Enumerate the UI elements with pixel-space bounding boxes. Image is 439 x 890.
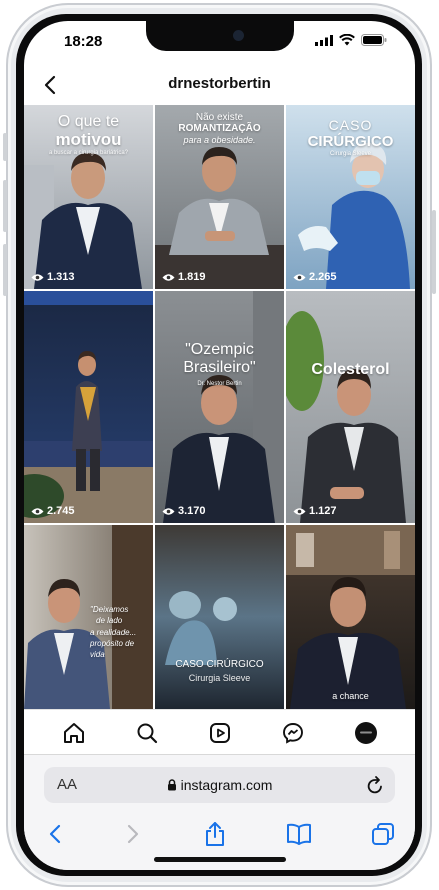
search-icon — [137, 723, 158, 744]
status-time: 18:28 — [64, 33, 103, 50]
reel-title-line1: O que te — [57, 113, 120, 130]
home-icon — [64, 723, 84, 743]
view-count: 1.127 — [293, 505, 337, 517]
reel-title-line2: Brasileiro" — [183, 359, 256, 376]
tabs-icon — [372, 823, 394, 845]
reel-thumbnail — [286, 525, 415, 709]
eye-icon — [162, 273, 175, 281]
reload-icon — [367, 776, 382, 794]
chevron-left-icon — [49, 824, 61, 844]
view-count-value: 3.170 — [178, 505, 206, 517]
reel-title-line1: Colesterol — [311, 361, 390, 378]
view-count: 1.313 — [31, 271, 75, 283]
reel-caption: a realidade... propósito de vida — [90, 628, 137, 659]
profile-username: drnestorbertin — [168, 75, 271, 92]
tab-messages[interactable] — [280, 720, 306, 746]
bookmarks-button[interactable] — [286, 821, 312, 847]
view-count-value: 1.819 — [178, 271, 206, 283]
reel-title-line1: CASO CIRÚRGICO — [175, 659, 264, 670]
messenger-icon — [283, 723, 303, 744]
reel-title-line2: Cirurgia Sleeve — [188, 673, 251, 683]
reel-title-line1: Não existe — [195, 112, 244, 123]
reels-icon — [210, 723, 230, 743]
reel-title-line1: "Ozempic — [185, 341, 254, 358]
notch — [146, 21, 294, 51]
view-count-value: 2.745 — [47, 505, 75, 517]
reel-caption: a chance — [332, 691, 369, 701]
phone-screen: 18:28 drnestorbertin O que te motivou a … — [24, 21, 415, 870]
signal-icon — [315, 34, 333, 46]
wifi-icon — [339, 34, 355, 46]
view-count: 2.265 — [293, 271, 337, 283]
view-count: 3.170 — [162, 505, 206, 517]
reel-tile[interactable]: 2.745 — [24, 291, 153, 523]
browser-forward-button[interactable] — [120, 821, 146, 847]
volume-down-button — [3, 244, 7, 296]
reel-title-line1: CASO — [328, 117, 373, 133]
battery-icon — [361, 34, 387, 46]
reel-caption: Dr. Nestor Bertin — [197, 381, 242, 387]
reel-title-line2: de lado — [96, 616, 123, 625]
silent-switch — [3, 133, 7, 161]
reel-thumbnail — [286, 291, 415, 523]
reel-tile[interactable]: a chance — [286, 525, 415, 709]
status-icons — [315, 34, 387, 46]
reel-tile[interactable]: "Deixamos de lado a realidade... propósi… — [24, 525, 153, 709]
eye-icon — [293, 507, 306, 515]
reel-thumbnail — [155, 291, 284, 523]
view-count-value: 1.313 — [47, 271, 75, 283]
tabs-button[interactable] — [370, 821, 396, 847]
reel-thumbnail — [24, 291, 153, 523]
tab-home[interactable] — [61, 720, 87, 746]
view-count-value: 1.127 — [309, 505, 337, 517]
reel-tile[interactable]: Não existe ROMANTIZAÇÃO para a obesidade… — [155, 105, 284, 289]
home-indicator — [154, 857, 286, 862]
front-camera — [233, 30, 244, 41]
book-icon — [287, 823, 311, 845]
view-count: 2.745 — [31, 505, 75, 517]
eye-icon — [162, 507, 175, 515]
reel-tile[interactable]: CASO CIRÚRGICO Cirurgia Sleeve — [155, 525, 284, 709]
volume-up-button — [3, 180, 7, 232]
eye-icon — [31, 507, 44, 515]
reel-tile[interactable]: Colesterol 1.127 — [286, 291, 415, 523]
profile-header: drnestorbertin — [24, 69, 415, 101]
view-count: 1.819 — [162, 271, 206, 283]
tab-search[interactable] — [134, 720, 160, 746]
eye-icon — [31, 273, 44, 281]
power-button — [432, 210, 436, 294]
tab-profile[interactable] — [353, 720, 379, 746]
reel-tile[interactable]: CASO CIRÚRGICO Cirurgia Sleeve 2.265 — [286, 105, 415, 289]
reel-caption: para a obesidade. — [183, 135, 256, 145]
instagram-tab-bar — [24, 709, 415, 754]
reel-title-line2: motivou — [55, 130, 122, 149]
reel-caption: a buscar a cirurgia bariátrica? — [48, 150, 129, 156]
reel-title-line2: CIRÚRGICO — [307, 133, 394, 150]
share-icon — [206, 822, 224, 846]
browser-back-button[interactable] — [42, 821, 68, 847]
reload-button[interactable] — [365, 774, 385, 801]
url-display[interactable]: instagram.com — [44, 777, 395, 793]
view-count-value: 2.265 — [309, 271, 337, 283]
url-text: instagram.com — [180, 777, 273, 793]
chevron-right-icon — [127, 824, 139, 844]
share-button[interactable] — [202, 821, 228, 847]
reel-title-line2: ROMANTIZAÇÃO — [178, 123, 261, 134]
reel-title-line1: "Deixamos — [90, 605, 129, 614]
profile-avatar — [355, 722, 377, 744]
reel-caption: Cirurgia Sleeve — [329, 151, 372, 157]
reel-tile[interactable]: "Ozempic Brasileiro" Dr. Nestor Bertin 3… — [155, 291, 284, 523]
lock-icon — [167, 779, 176, 791]
eye-icon — [293, 273, 306, 281]
address-bar[interactable]: AA instagram.com — [44, 767, 395, 803]
reel-tile[interactable]: O que te motivou a buscar a cirurgia bar… — [24, 105, 153, 289]
tab-reels[interactable] — [207, 720, 233, 746]
safari-toolbar: AA instagram.com — [24, 754, 415, 870]
